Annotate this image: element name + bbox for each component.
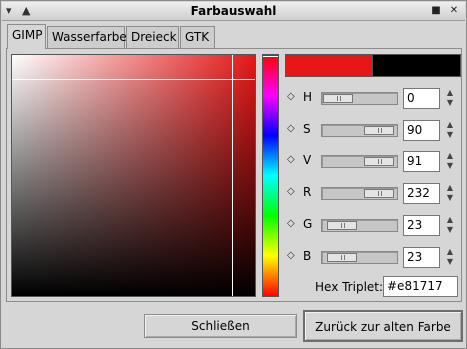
close-icon[interactable]: ✕ bbox=[447, 4, 461, 18]
channel-value-input[interactable]: 0 bbox=[403, 88, 440, 109]
channel-slider[interactable] bbox=[321, 187, 398, 200]
channel-slider[interactable] bbox=[321, 124, 398, 137]
channel-slider[interactable] bbox=[321, 92, 398, 105]
slider-thumb[interactable] bbox=[364, 126, 394, 135]
hue-marker bbox=[263, 56, 278, 57]
channel-slider[interactable] bbox=[321, 155, 398, 168]
minimize-icon[interactable]: ■ bbox=[429, 4, 443, 18]
spin-arrows-icon[interactable]: ▲ ▼ bbox=[443, 120, 457, 141]
channel-row-h: ◇ H 0 ▲ ▼ bbox=[285, 87, 461, 109]
title-bar: ▾ ▲ Farbauswahl ■ ✕ bbox=[2, 2, 465, 21]
channel-label: G bbox=[303, 217, 313, 231]
channel-label: R bbox=[303, 185, 312, 199]
channel-value-input[interactable]: 91 bbox=[403, 151, 440, 172]
window-title: Farbauswahl bbox=[190, 4, 277, 18]
channel-value-input[interactable]: 232 bbox=[403, 183, 440, 204]
channel-label: H bbox=[303, 90, 313, 104]
channel-row-g: ◇ G 23 ▲ ▼ bbox=[285, 214, 461, 236]
channel-slider[interactable] bbox=[321, 251, 398, 264]
channel-toggle-icon[interactable]: ◇ bbox=[287, 123, 295, 135]
close-button[interactable]: Schließen bbox=[144, 314, 297, 338]
channel-toggle-icon[interactable]: ◇ bbox=[287, 250, 295, 262]
spin-arrows-icon[interactable]: ▲ ▼ bbox=[443, 183, 457, 204]
tab-wasserfarbe[interactable]: Wasserfarbe bbox=[47, 26, 127, 48]
channel-value-input[interactable]: 90 bbox=[403, 120, 440, 141]
slider-thumb[interactable] bbox=[364, 157, 394, 166]
tab-dreieck[interactable]: Dreieck bbox=[126, 26, 179, 48]
channel-value-input[interactable]: 23 bbox=[403, 215, 440, 236]
channel-toggle-icon[interactable]: ◇ bbox=[287, 186, 295, 198]
tab-gimp[interactable]: GIMP bbox=[7, 24, 46, 49]
revert-color-button[interactable]: Zurück zur alten Farbe bbox=[303, 310, 463, 342]
channel-toggle-icon[interactable]: ◇ bbox=[287, 154, 295, 166]
channel-label: B bbox=[303, 249, 312, 263]
spin-arrows-icon[interactable]: ▲ ▼ bbox=[443, 247, 457, 268]
slider-thumb[interactable] bbox=[327, 221, 357, 230]
slider-thumb[interactable] bbox=[323, 94, 353, 103]
saturation-value-picker[interactable] bbox=[11, 54, 256, 297]
new-color-swatch bbox=[285, 54, 372, 77]
channel-toggle-icon[interactable]: ◇ bbox=[287, 91, 295, 103]
crosshair-vertical bbox=[232, 55, 233, 296]
channel-slider[interactable] bbox=[321, 219, 398, 232]
hex-triplet-input[interactable]: #e81717 bbox=[383, 276, 458, 297]
spin-arrows-icon[interactable]: ▲ ▼ bbox=[443, 151, 457, 172]
channel-toggle-icon[interactable]: ◇ bbox=[287, 218, 295, 230]
slider-thumb[interactable] bbox=[364, 189, 394, 198]
hue-strip[interactable] bbox=[262, 54, 279, 297]
hex-triplet-label: Hex Triplet: bbox=[315, 280, 384, 294]
channel-row-v: ◇ V 91 ▲ ▼ bbox=[285, 150, 461, 172]
channel-label: V bbox=[303, 153, 312, 167]
old-color-swatch[interactable] bbox=[372, 54, 461, 77]
spin-arrows-icon[interactable]: ▲ ▼ bbox=[443, 215, 457, 236]
color-selection-dialog: ▾ ▲ Farbauswahl ■ ✕ GIMP Wasserfarbe Dre… bbox=[0, 0, 467, 349]
channel-row-s: ◇ S 90 ▲ ▼ bbox=[285, 119, 461, 141]
channel-row-r: ◇ R 232 ▲ ▼ bbox=[285, 182, 461, 204]
crosshair-horizontal bbox=[12, 79, 255, 80]
slider-thumb[interactable] bbox=[327, 253, 357, 262]
spin-arrows-icon[interactable]: ▲ ▼ bbox=[443, 88, 457, 109]
tab-gtk[interactable]: GTK bbox=[180, 26, 215, 48]
channel-label: S bbox=[303, 122, 311, 136]
channel-value-input[interactable]: 23 bbox=[403, 247, 440, 268]
channel-row-b: ◇ B 23 ▲ ▼ bbox=[285, 246, 461, 268]
